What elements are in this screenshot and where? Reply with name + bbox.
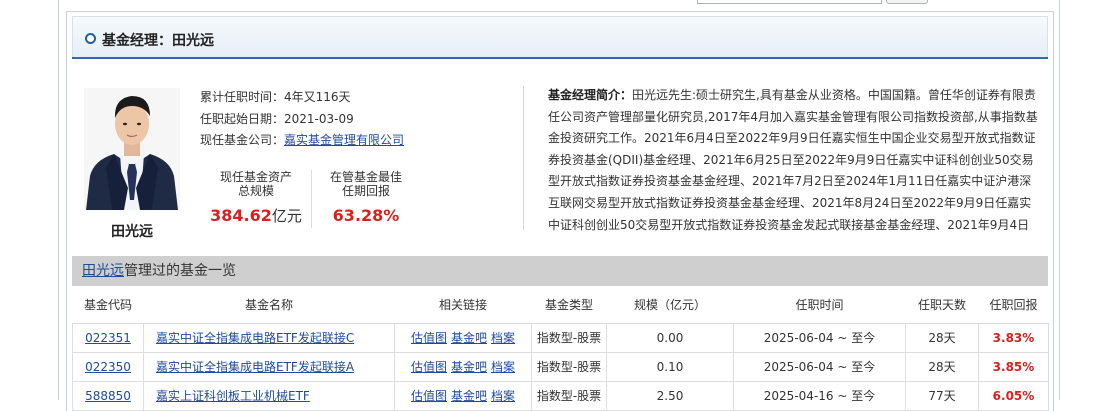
assets-stat: 现任基金资产 总规模 384.62亿元: [210, 170, 302, 225]
table-header-row: 基金代码 基金名称 相关链接 基金类型 规模（亿元） 任职时间 任职天数 任职回…: [72, 286, 1049, 324]
col-days: 任职天数: [905, 286, 979, 324]
col-links: 相关链接: [394, 286, 532, 324]
company-line: 现任基金公司：嘉实基金管理有限公司: [200, 131, 404, 148]
manager-name-link[interactable]: 田光远: [82, 263, 124, 279]
fund-period: 2025-06-04 ~ 至今: [733, 322, 906, 353]
fund-code-link[interactable]: 022351: [85, 331, 131, 345]
return-label-1: 在管基金最佳: [329, 170, 402, 184]
fund-type: 指数型-股票: [531, 351, 607, 382]
return-stat: 在管基金最佳 任期回报 63.28%: [320, 170, 412, 225]
fund-forum-link[interactable]: 基金吧: [451, 389, 487, 403]
fund-type: 指数型-股票: [531, 380, 607, 411]
fund-name-link[interactable]: 嘉实中证全指集成电路ETF发起联接C: [156, 331, 354, 345]
page-title: 基金经理：田光远: [102, 33, 214, 49]
valuation-chart-link[interactable]: 估值图: [411, 389, 447, 403]
col-return: 任职回报: [978, 286, 1049, 324]
fund-type: 指数型-股票: [531, 322, 607, 353]
valuation-chart-link[interactable]: 估值图: [411, 360, 447, 374]
fund-code-link[interactable]: 022350: [85, 360, 131, 374]
fund-name-link[interactable]: 嘉实上证科创板工业机械ETF: [156, 389, 310, 403]
tenure-value: 4年又116天: [284, 90, 351, 104]
fund-list-header: 田光远管理过的基金一览: [72, 256, 1048, 286]
tenure-line: 累计任职时间：4年又116天: [200, 88, 351, 105]
fund-period: 2025-06-04 ~ 至今: [733, 351, 906, 382]
fund-size: 0.10: [606, 351, 734, 382]
vertical-divider: [523, 86, 524, 230]
assets-label-2: 总规模: [237, 184, 274, 198]
fund-profile-link[interactable]: 档案: [491, 360, 515, 374]
search-button[interactable]: [886, 0, 928, 4]
assets-unit: 亿元: [271, 207, 302, 225]
fund-return: 6.05%: [978, 380, 1049, 411]
fund-code-link[interactable]: 588850: [85, 389, 131, 403]
col-type: 基金类型: [531, 286, 607, 324]
fund-table: 基金代码 基金名称 相关链接 基金类型 规模（亿元） 任职时间 任职天数 任职回…: [72, 286, 1049, 411]
search-input[interactable]: [697, 0, 882, 4]
fund-list-title: 管理过的基金一览: [124, 263, 236, 279]
table-row: 022351 嘉实中证全指集成电路ETF发起联接C 估值图 基金吧 档案 指数型-股…: [72, 322, 1049, 353]
return-label-2: 任期回报: [341, 184, 390, 198]
fund-forum-link[interactable]: 基金吧: [451, 360, 487, 374]
circle-bullet-icon: [85, 33, 96, 44]
valuation-chart-link[interactable]: 估值图: [411, 331, 447, 345]
col-size: 规模（亿元）: [606, 286, 734, 324]
tenure-label: 累计任职时间：: [200, 90, 285, 104]
table-row: 022350 嘉实中证全指集成电路ETF发起联接A 估值图 基金吧 档案 指数型-股…: [72, 351, 1049, 382]
fund-profile-link[interactable]: 档案: [491, 331, 515, 345]
fund-name-link[interactable]: 嘉实中证全指集成电路ETF发起联接A: [156, 360, 354, 374]
table-row: 588850 嘉实上证科创板工业机械ETF 估值图 基金吧 档案 指数型-股票 2.…: [72, 380, 1049, 411]
panel-header: 基金经理：田光远: [72, 16, 1048, 58]
manager-name: 田光远: [111, 224, 153, 240]
fund-period: 2025-04-16 ~ 至今: [733, 380, 906, 411]
header-underline: [72, 57, 1048, 59]
company-label: 现任基金公司：: [200, 133, 285, 147]
col-name: 基金名称: [143, 286, 395, 324]
intro-label: 基金经理简介：: [548, 88, 633, 102]
col-code: 基金代码: [72, 286, 144, 324]
fund-days: 77天: [905, 380, 979, 411]
fund-forum-link[interactable]: 基金吧: [451, 331, 487, 345]
start-date-value: 2021-03-09: [284, 112, 354, 126]
assets-label-1: 现任基金资产: [219, 170, 292, 184]
fund-days: 28天: [905, 351, 979, 382]
manager-photo: [84, 88, 180, 210]
fund-return: 3.83%: [978, 322, 1049, 353]
assets-value: 384.62亿元: [210, 206, 302, 226]
fund-size: 0.00: [606, 322, 734, 353]
fund-days: 28天: [905, 322, 979, 353]
stat-divider: [311, 170, 312, 228]
fund-profile-link[interactable]: 档案: [491, 389, 515, 403]
intro-text: 田光远先生:硕士研究生,具有基金从业资格。中国国籍。曾任华创证券有限责任公司资产…: [548, 88, 1038, 232]
company-link[interactable]: 嘉实基金管理有限公司: [284, 133, 404, 147]
fund-return: 3.85%: [978, 351, 1049, 382]
manager-intro: 基金经理简介：田光远先生:硕士研究生,具有基金从业资格。中国国籍。曾任华创证券有…: [548, 85, 1038, 235]
col-period: 任职时间: [733, 286, 906, 324]
start-date-label: 任职起始日期：: [200, 112, 285, 126]
start-date-line: 任职起始日期：2021-03-09: [200, 110, 354, 127]
return-value: 63.28%: [332, 206, 400, 225]
fund-size: 2.50: [606, 380, 734, 411]
